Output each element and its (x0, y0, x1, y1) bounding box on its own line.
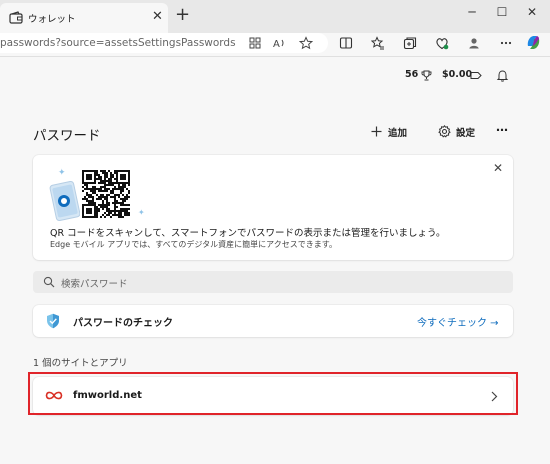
copilot-icon[interactable] (525, 34, 542, 51)
close-tab-icon[interactable]: ✕ (152, 9, 163, 25)
favorite-star-icon[interactable] (299, 36, 313, 50)
qr-instruction: QR コードをスキャンして、スマートフォンでパスワードの表示または管理を行いまし… (50, 228, 446, 239)
browser-essentials-icon[interactable] (435, 36, 449, 50)
sites-heading: 1 個のサイトとアプリ (33, 358, 128, 369)
address-bar[interactable]: passwords?source=assetsSettingsPasswords… (0, 33, 328, 53)
new-tab-icon[interactable]: + (175, 5, 190, 25)
window-close-icon[interactable]: ✕ (517, 2, 547, 24)
address-url: passwords?source=assetsSettingsPasswords (0, 37, 236, 49)
trophy-icon[interactable] (421, 70, 432, 81)
minimize-icon[interactable]: ─ (457, 2, 487, 24)
qr-illustration: ✦ ✦ (49, 168, 145, 222)
collections-icon[interactable] (403, 36, 417, 50)
notification-bell-icon[interactable] (496, 69, 509, 82)
search-icon (43, 276, 55, 288)
profile-icon[interactable] (467, 36, 481, 50)
wallet-page: 56 $0.00 パスワード 追加 設定 ⋯ ✕ ✦ ✦ QR コードをスキャン… (0, 57, 550, 464)
more-actions-icon[interactable]: ⋯ (496, 123, 508, 137)
read-aloud-icon[interactable]: A (272, 36, 286, 50)
qr-subtext: Edge モバイル アプリでは、すべてのデジタル資産に簡単にアクセスできます。 (50, 240, 337, 249)
password-check-card[interactable]: パスワードのチェック 今すぐチェック → (33, 305, 513, 337)
tab-title: ウォレット (28, 14, 76, 25)
add-icon[interactable] (371, 126, 382, 137)
more-options-icon[interactable] (499, 36, 513, 50)
add-button[interactable]: 追加 (388, 125, 407, 139)
svg-text:✦: ✦ (58, 168, 66, 178)
close-card-icon[interactable]: ✕ (493, 161, 503, 175)
qr-code (82, 170, 130, 218)
apps-icon[interactable] (248, 36, 262, 50)
search-placeholder: 検索パスワード (61, 279, 128, 290)
tab-wallet[interactable]: ウォレット ✕ (0, 3, 168, 33)
tab-strip: ウォレット ✕ + ─ ☐ ✕ (0, 0, 550, 33)
rewards-balance: $0.00 (442, 69, 473, 80)
highlight-box (28, 372, 518, 415)
split-screen-icon[interactable] (339, 36, 353, 50)
tag-icon[interactable] (470, 71, 482, 80)
check-now-link[interactable]: 今すぐチェック → (417, 314, 499, 329)
password-check-label: パスワードのチェック (73, 318, 173, 329)
search-input[interactable]: 検索パスワード (33, 271, 513, 293)
svg-text:A: A (273, 39, 280, 50)
svg-text:✦: ✦ (138, 208, 145, 217)
page-title: パスワード (33, 128, 101, 144)
favorites-icon[interactable] (371, 36, 385, 50)
gear-icon[interactable] (438, 125, 451, 138)
shield-icon (47, 313, 59, 329)
maximize-icon[interactable]: ☐ (487, 2, 517, 24)
settings-button[interactable]: 設定 (456, 125, 475, 139)
rewards-points: 56 (405, 69, 419, 80)
wallet-icon (9, 11, 23, 24)
